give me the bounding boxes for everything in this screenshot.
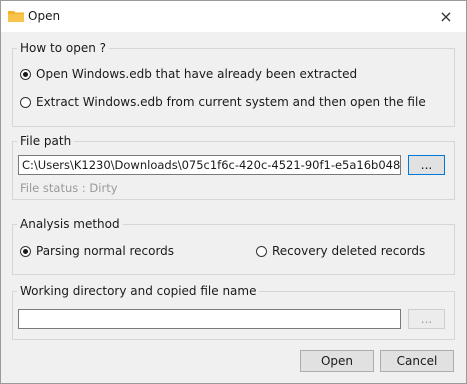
title-bar: Open × xyxy=(1,1,466,32)
file-path-legend: File path xyxy=(20,134,72,148)
working-directory-legend: Working directory and copied file name xyxy=(20,284,257,298)
browse-directory-button[interactable]: ... xyxy=(408,309,445,329)
open-button[interactable]: Open xyxy=(300,350,374,372)
analysis-method-legend: Analysis method xyxy=(20,217,120,231)
radio-button[interactable] xyxy=(256,245,267,257)
close-icon: × xyxy=(439,7,453,26)
file-path-input[interactable]: C:\Users\K1230\Downloads\075c1f6c-420c-4… xyxy=(18,155,401,175)
cancel-button[interactable]: Cancel xyxy=(380,350,454,372)
window-title: Open xyxy=(28,9,61,23)
radio-extract-current[interactable]: Extract Windows.edb from current system … xyxy=(20,95,426,109)
file-status-text: File status : Dirty xyxy=(20,181,118,195)
radio-button-selected[interactable] xyxy=(20,68,31,80)
radio-recovery-deleted[interactable]: Recovery deleted records xyxy=(256,244,425,258)
radio-label: Recovery deleted records xyxy=(272,244,426,258)
radio-label: Open Windows.edb that have already been … xyxy=(36,67,358,81)
browse-file-button[interactable]: ... xyxy=(408,155,445,175)
open-dialog: Open × How to open ? Open Windows.edb th… xyxy=(0,0,467,384)
radio-open-extracted[interactable]: Open Windows.edb that have already been … xyxy=(20,67,357,81)
how-to-open-legend: How to open ? xyxy=(20,41,106,55)
working-directory-input[interactable] xyxy=(18,309,401,329)
folder-icon xyxy=(8,11,24,22)
radio-label: Parsing normal records xyxy=(36,244,175,258)
close-button[interactable]: × xyxy=(426,1,466,32)
radio-button[interactable] xyxy=(20,96,31,108)
radio-label: Extract Windows.edb from current system … xyxy=(36,95,426,109)
how-to-open-group: How to open ? xyxy=(12,41,455,127)
radio-parsing-normal[interactable]: Parsing normal records xyxy=(20,244,174,258)
radio-button-selected[interactable] xyxy=(20,245,31,257)
